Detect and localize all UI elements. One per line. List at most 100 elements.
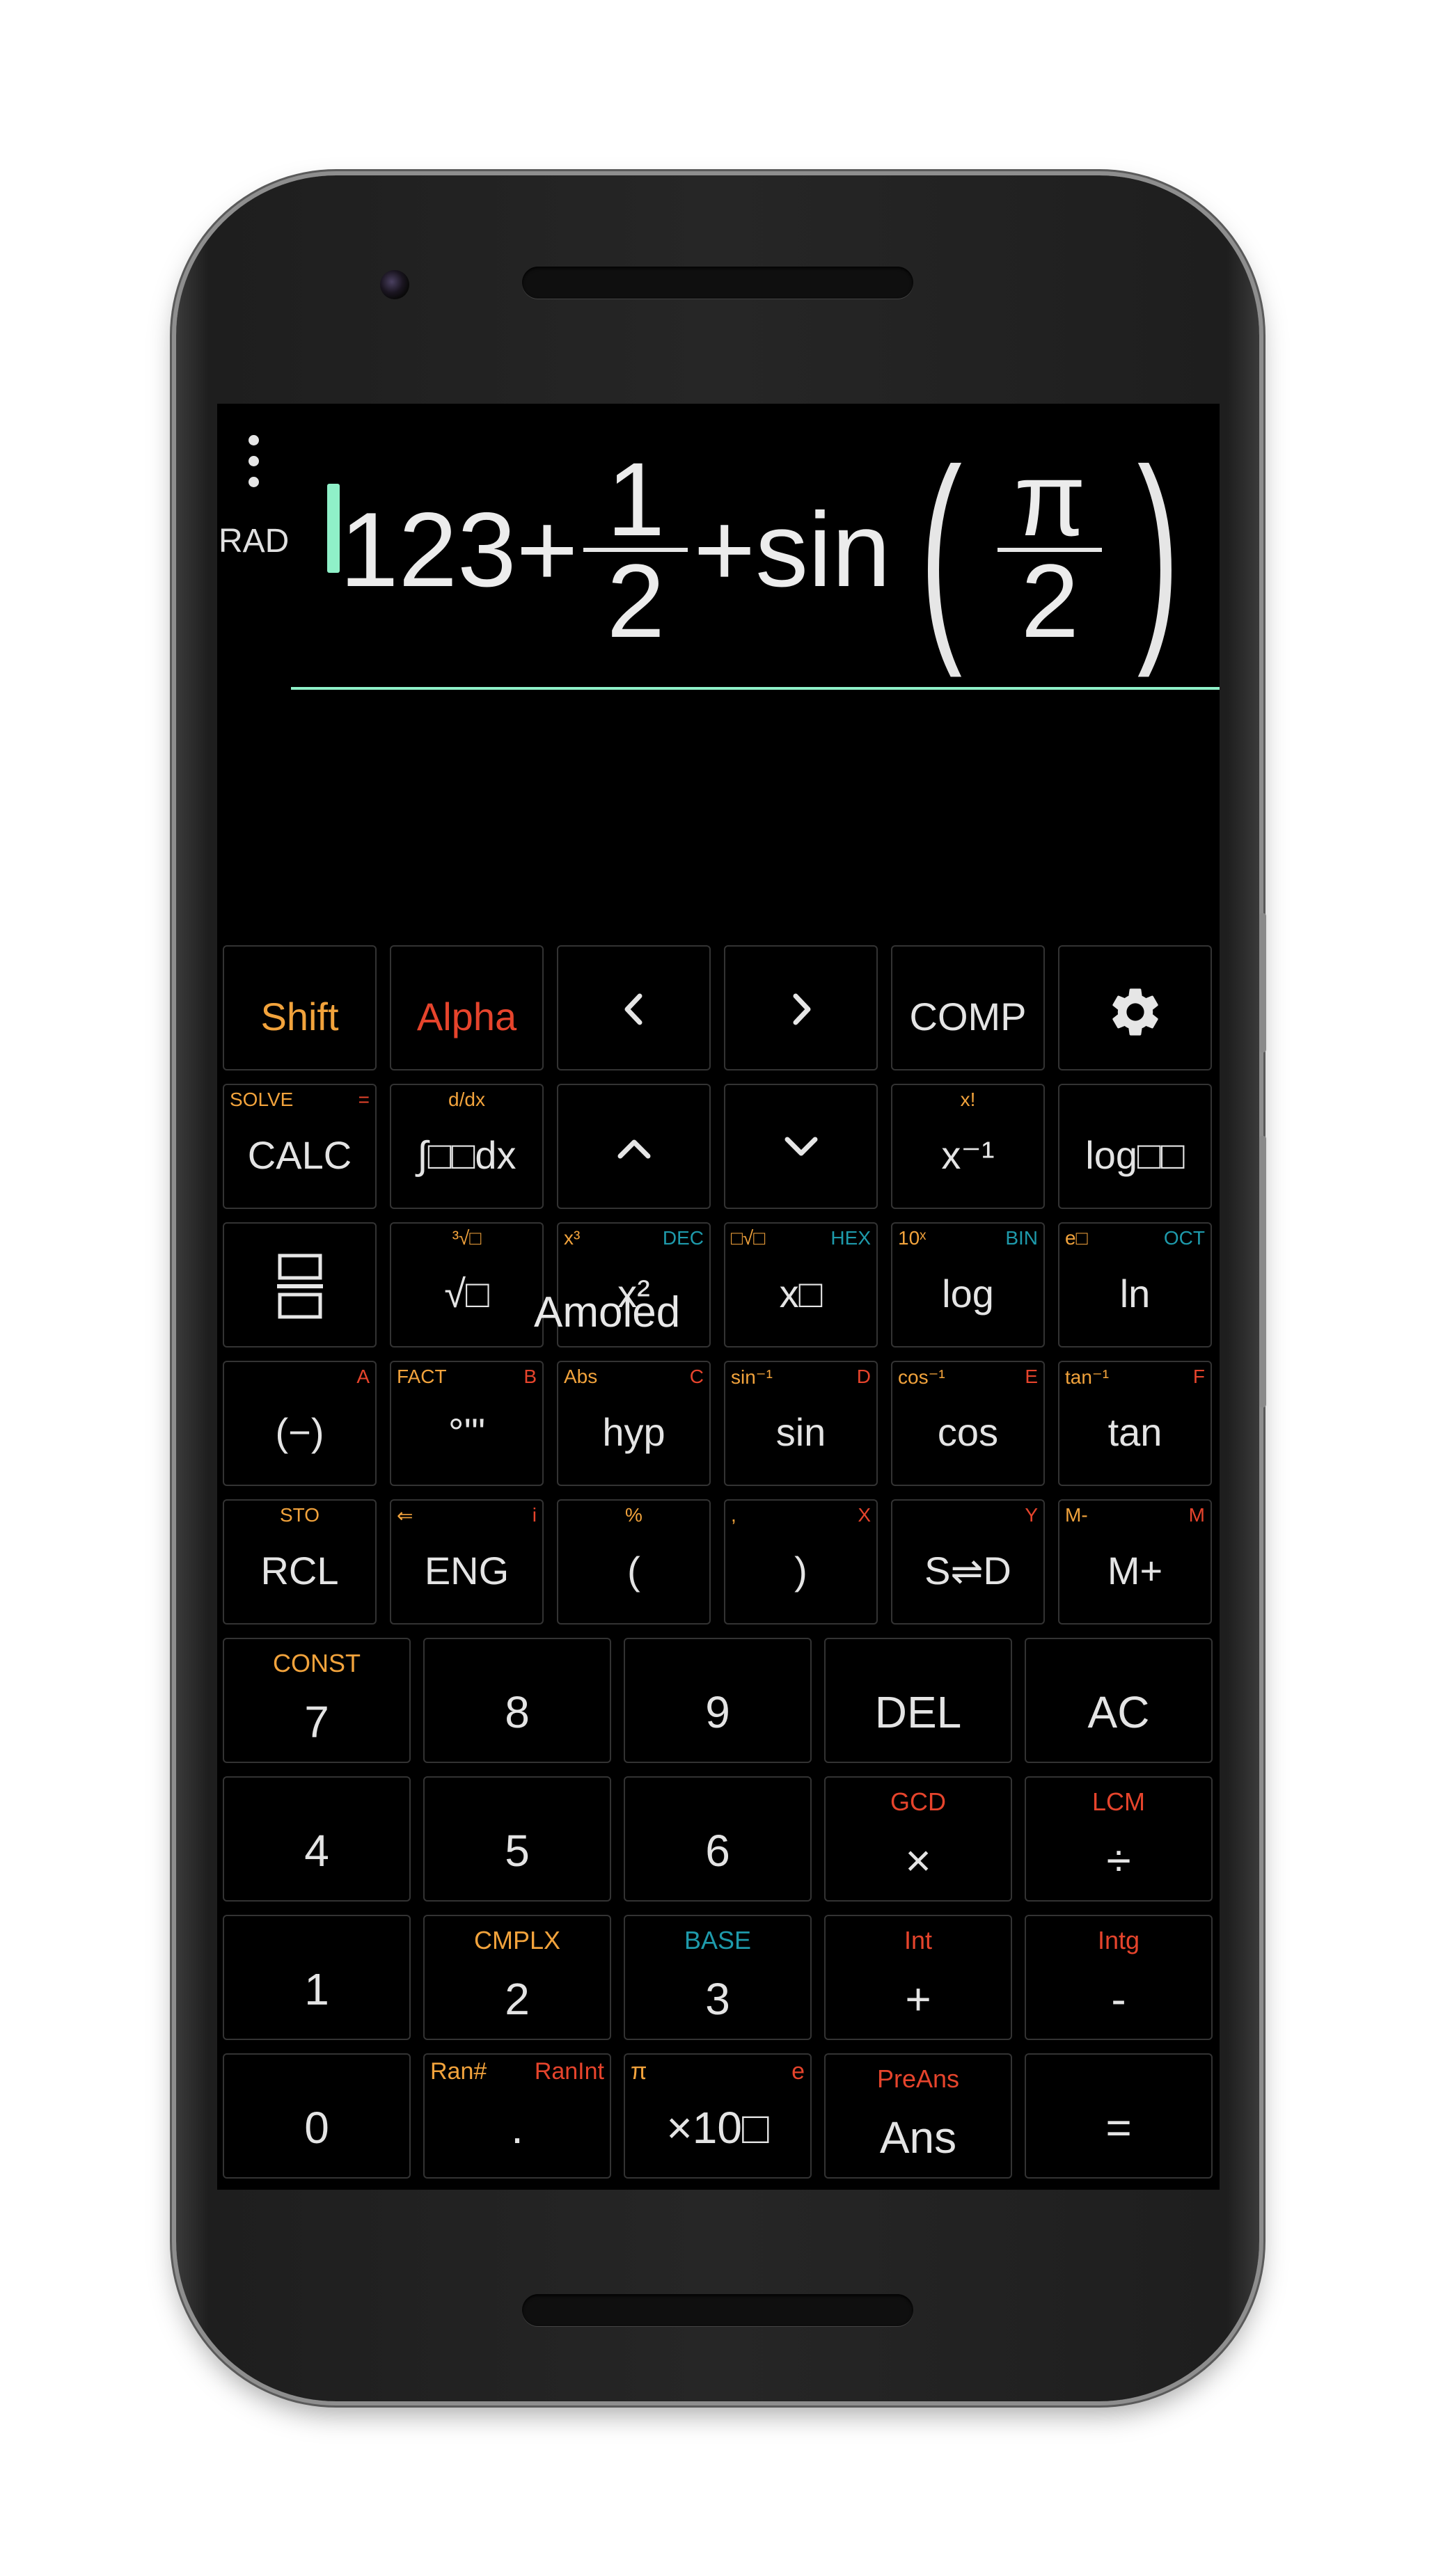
plus-key[interactable]: + Int xyxy=(824,1915,1012,2040)
comp-mode-key[interactable]: COMP xyxy=(891,945,1045,1070)
cos-key[interactable]: cos cos⁻¹ E xyxy=(891,1361,1045,1486)
decimal-key[interactable]: . Ran# RanInt xyxy=(423,2053,611,2179)
calc-key[interactable]: CALC SOLVE = xyxy=(223,1084,377,1209)
key-label: 1 xyxy=(304,1964,329,2014)
volume-button xyxy=(1259,913,1266,1052)
log-base-key[interactable]: log□□ xyxy=(1058,1084,1212,1209)
overflow-menu-icon[interactable] xyxy=(245,435,262,487)
close-paren-glyph: ) xyxy=(1137,421,1180,678)
log-key[interactable]: log 10ˣ BIN xyxy=(891,1222,1045,1348)
alpha-label: A xyxy=(356,1366,370,1387)
sqrt-key[interactable]: √□ ³√□ xyxy=(390,1222,544,1348)
fraction-denominator: 2 xyxy=(1020,542,1080,659)
equals-key[interactable]: = xyxy=(1025,2053,1213,2179)
digit-4-key[interactable]: 4 xyxy=(223,1776,411,1902)
alpha-label: BIN xyxy=(1005,1227,1038,1249)
fraction-pi-half: π 2 xyxy=(998,441,1103,659)
shift-key[interactable]: Shift xyxy=(223,945,377,1070)
alpha-label: E xyxy=(1025,1366,1038,1387)
key-label: 7 xyxy=(304,1697,329,1747)
alpha-key[interactable]: Alpha xyxy=(390,945,544,1070)
eng-key[interactable]: ENG ⇐ i xyxy=(390,1499,544,1625)
theme-label: Amoled xyxy=(534,1288,681,1336)
text-cursor xyxy=(327,484,340,573)
secondary-label: GCD xyxy=(890,1787,946,1816)
sin-key[interactable]: sin sin⁻¹ D xyxy=(724,1361,878,1486)
key-label: log xyxy=(942,1272,994,1315)
minus-key[interactable]: - Intg xyxy=(1025,1915,1213,2040)
shift-label: , xyxy=(731,1504,736,1526)
fraction-icon xyxy=(224,1251,375,1321)
ln-key[interactable]: ln e□ OCT xyxy=(1058,1222,1212,1348)
key-label: ) xyxy=(794,1549,807,1593)
digit-7-key[interactable]: 7 CONST xyxy=(223,1638,411,1763)
tan-key[interactable]: tan tan⁻¹ F xyxy=(1058,1361,1212,1486)
shift-label: □√□ xyxy=(731,1227,766,1249)
keypad-row: RCL STO ENG ⇐ i (%), X S⇌D Y M+ M- M xyxy=(223,1499,1212,1626)
secondary-label: CONST xyxy=(273,1649,361,1677)
alpha-label: HEX xyxy=(830,1227,871,1249)
expression-display[interactable]: 123+ 1 2 +sin ( π 2 ) xyxy=(340,425,1209,675)
rcl-key[interactable]: RCL STO xyxy=(223,1499,377,1625)
shift-label: FACT xyxy=(397,1366,447,1387)
chevron-down-icon xyxy=(725,1134,876,1162)
digit-5-key[interactable]: 5 xyxy=(423,1776,611,1902)
key-label: × xyxy=(905,1835,931,1886)
digit-0-key[interactable]: 0 xyxy=(223,2053,411,2179)
cursor-up-key[interactable] xyxy=(557,1084,711,1209)
input-underline xyxy=(291,687,1220,690)
power-key[interactable]: x□ □√□ HEX xyxy=(724,1222,878,1348)
cursor-left-key[interactable] xyxy=(557,945,711,1070)
settings-key[interactable] xyxy=(1058,945,1212,1070)
multiply-key[interactable]: × GCD xyxy=(824,1776,1012,1902)
digit-1-key[interactable]: 1 xyxy=(223,1915,411,2040)
alpha-label: i xyxy=(532,1504,537,1526)
fraction-one-half: 1 2 xyxy=(583,441,688,653)
digit-8-key[interactable]: 8 xyxy=(423,1638,611,1763)
divide-key[interactable]: ÷ LCM xyxy=(1025,1776,1213,1902)
degree-key[interactable]: °'" FACT B xyxy=(390,1361,544,1486)
ac-key[interactable]: AC xyxy=(1025,1638,1213,1763)
chevron-left-icon xyxy=(558,992,709,1027)
fraction-key[interactable] xyxy=(223,1222,377,1348)
key-label: x⁻¹ xyxy=(941,1133,995,1177)
open-paren-glyph: ( xyxy=(920,421,963,678)
shift-label: sin⁻¹ xyxy=(731,1366,773,1388)
cursor-right-key[interactable] xyxy=(724,945,878,1070)
shift-label: ³√□ xyxy=(452,1227,482,1249)
alpha-label: e xyxy=(791,2058,805,2085)
shift-label: tan⁻¹ xyxy=(1065,1366,1110,1388)
key-label: log□□ xyxy=(1085,1133,1185,1177)
negative-key[interactable]: (−) A xyxy=(223,1361,377,1486)
m-plus-key[interactable]: M+ M- M xyxy=(1058,1499,1212,1625)
key-label: 4 xyxy=(304,1826,329,1876)
digit-9-key[interactable]: 9 xyxy=(624,1638,812,1763)
fraction-numerator: 1 xyxy=(606,441,665,558)
close-paren-key[interactable]: ), X xyxy=(724,1499,878,1625)
cursor-down-key[interactable] xyxy=(724,1084,878,1209)
times-ten-power-key[interactable]: ×10□ π e xyxy=(624,2053,812,2179)
key-label: M+ xyxy=(1107,1549,1163,1593)
keypad-row: 7 CONST 8 9 DEL AC xyxy=(223,1638,1213,1764)
keypad-row: Shift Alpha COMP xyxy=(223,945,1212,1072)
key-label: ×10□ xyxy=(666,2103,769,2153)
alpha-label: M xyxy=(1188,1504,1205,1526)
open-paren-key[interactable]: (% xyxy=(557,1499,711,1625)
digit-2-key[interactable]: 2 CMPLX xyxy=(423,1915,611,2040)
shift-label: e□ xyxy=(1065,1227,1088,1249)
del-key[interactable]: DEL xyxy=(824,1638,1012,1763)
inverse-key[interactable]: x⁻¹ x! xyxy=(891,1084,1045,1209)
secondary-label: Intg xyxy=(1097,1926,1140,1954)
ans-key[interactable]: Ans PreAns xyxy=(824,2053,1012,2179)
digit-3-key[interactable]: 3 BASE xyxy=(624,1915,812,2040)
integral-key[interactable]: ∫□□dx d/dx xyxy=(390,1084,544,1209)
hyp-key[interactable]: hyp Abs C xyxy=(557,1361,711,1486)
key-label: Alpha xyxy=(416,995,517,1038)
shift-label: Abs xyxy=(564,1366,598,1387)
s-d-key[interactable]: S⇌D Y xyxy=(891,1499,1045,1625)
fraction-numerator: π xyxy=(1014,441,1087,558)
angle-mode-indicator: RAD xyxy=(219,523,290,560)
chevron-right-icon xyxy=(725,992,876,1027)
digit-6-key[interactable]: 6 xyxy=(624,1776,812,1902)
alpha-label: RanInt xyxy=(534,2058,604,2085)
